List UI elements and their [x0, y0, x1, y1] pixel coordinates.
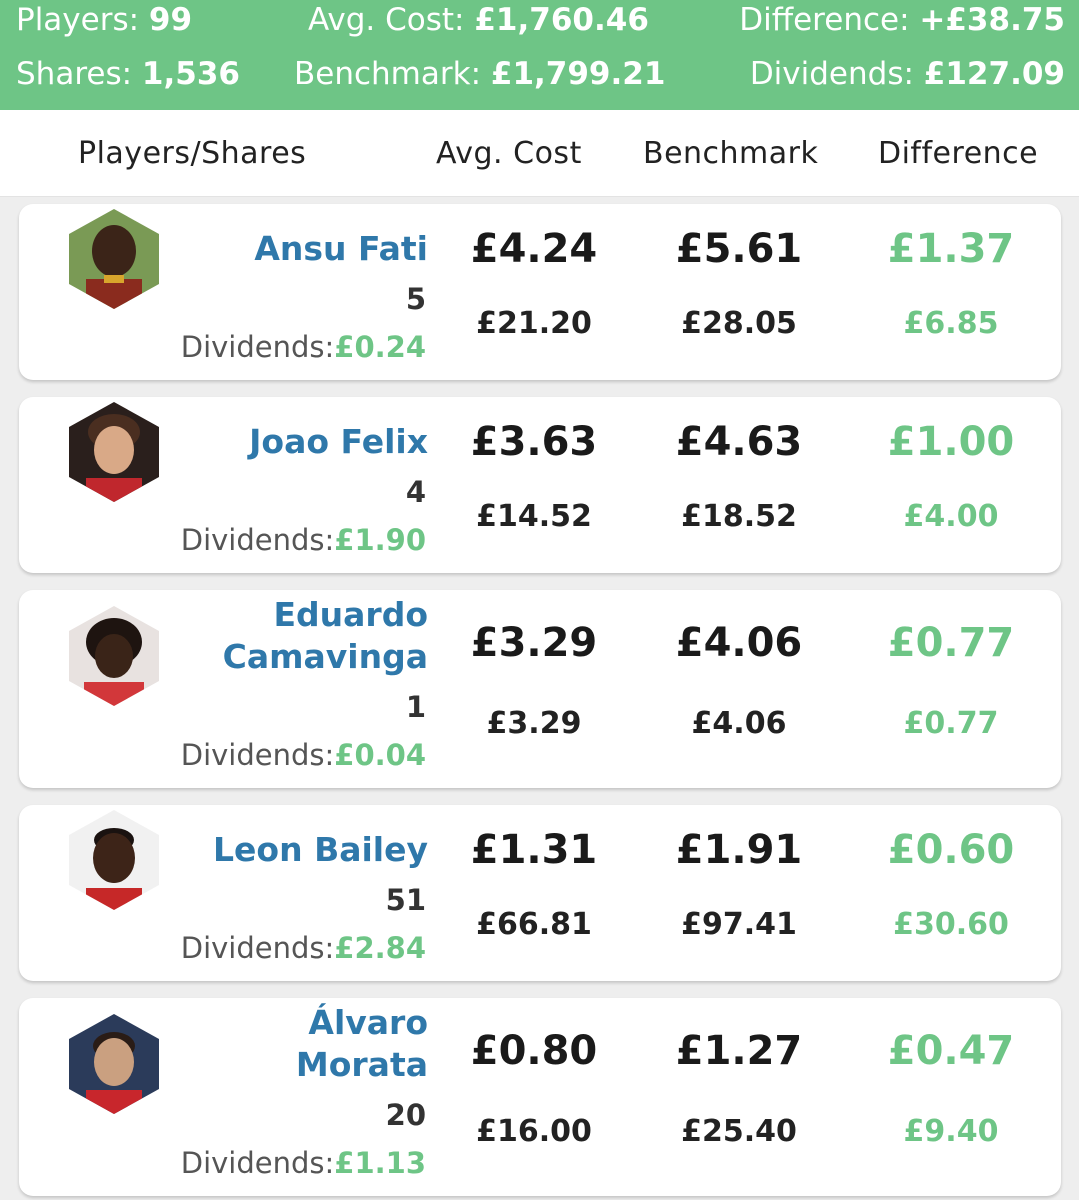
difference-total: £6.85 [903, 306, 999, 341]
summary-players-value: 99 [148, 2, 193, 38]
difference-per-share: £0.77 [887, 620, 1015, 666]
difference-per-share: £0.47 [887, 1028, 1015, 1074]
player-shares: 51 [385, 883, 426, 917]
player-card[interactable]: Álvaro Morata 20 Dividends:£1.13 £0.80 £… [19, 998, 1061, 1196]
avg-cost-per-share: £4.24 [470, 226, 598, 272]
summary-shares-label: Shares: [16, 56, 133, 92]
column-header-difference[interactable]: Difference [878, 136, 1038, 171]
benchmark-total: £97.41 [681, 907, 797, 942]
player-shares: 4 [405, 475, 426, 509]
avg-cost-total: £66.81 [476, 907, 592, 942]
player-name[interactable]: Eduardo Camavinga [168, 594, 428, 678]
summary-difference: Difference: +£38.75 [739, 0, 1065, 40]
dividends-label: Dividends: [180, 330, 335, 364]
summary-difference-label: Difference: [739, 2, 910, 38]
dividends-value: £2.84 [334, 931, 426, 965]
player-photo-icon [69, 810, 159, 910]
difference-total: £30.60 [893, 907, 1009, 942]
benchmark-per-share: £1.27 [675, 1028, 803, 1074]
player-shares: 5 [405, 282, 426, 316]
portfolio-summary-bar: Players: 99 Avg. Cost: £1,760.46 Differe… [0, 0, 1079, 110]
summary-dividends: Dividends: £127.09 [750, 54, 1065, 94]
avg-cost-total: £14.52 [476, 499, 592, 534]
summary-shares-value: 1,536 [141, 56, 240, 92]
dividends-value: £1.90 [334, 523, 426, 557]
summary-benchmark-value: £1,799.21 [490, 56, 666, 92]
difference-total: £4.00 [903, 499, 999, 534]
column-header-benchmark[interactable]: Benchmark [643, 136, 818, 171]
difference-total: £9.40 [903, 1114, 999, 1149]
player-shares: 20 [385, 1098, 426, 1132]
player-dividends: Dividends:£0.04 [181, 738, 426, 772]
player-card[interactable]: Eduardo Camavinga 1 Dividends:£0.04 £3.2… [19, 590, 1061, 788]
player-name[interactable]: Joao Felix [168, 421, 428, 463]
avg-cost-per-share: £3.29 [470, 620, 598, 666]
summary-dividends-value: £127.09 [923, 56, 1065, 92]
benchmark-per-share: £4.63 [675, 419, 803, 465]
player-dividends: Dividends:£1.90 [181, 523, 426, 557]
benchmark-total: £18.52 [681, 499, 797, 534]
dividends-label: Dividends: [180, 931, 335, 965]
avg-cost-total: £16.00 [476, 1114, 592, 1149]
benchmark-per-share: £1.91 [675, 827, 803, 873]
player-shares: 1 [405, 690, 426, 724]
summary-players: Players: 99 [16, 0, 192, 40]
column-header-players-shares[interactable]: Players/Shares [78, 136, 306, 171]
benchmark-total: £4.06 [691, 706, 787, 741]
player-card[interactable]: Joao Felix 4 Dividends:£1.90 £3.63 £14.5… [19, 397, 1061, 573]
summary-avg-cost-label: Avg. Cost: [308, 2, 465, 38]
difference-per-share: £1.00 [887, 419, 1015, 465]
player-card[interactable]: Leon Bailey 51 Dividends:£2.84 £1.31 £66… [19, 805, 1061, 981]
avg-cost-per-share: £1.31 [470, 827, 598, 873]
player-card[interactable]: Ansu Fati 5 Dividends:£0.24 £4.24 £21.20… [19, 204, 1061, 380]
dividends-label: Dividends: [180, 523, 335, 557]
avg-cost-per-share: £0.80 [470, 1028, 598, 1074]
player-photo-icon [69, 606, 159, 706]
summary-players-label: Players: [16, 2, 140, 38]
dividends-value: £1.13 [334, 1146, 426, 1180]
column-header-row: Players/Shares Avg. Cost Benchmark Diffe… [0, 110, 1079, 197]
summary-difference-value: +£38.75 [919, 2, 1065, 38]
player-photo-icon [69, 209, 159, 309]
dividends-value: £0.24 [334, 330, 426, 364]
avg-cost-total: £3.29 [486, 706, 582, 741]
difference-per-share: £1.37 [887, 226, 1015, 272]
benchmark-per-share: £5.61 [675, 226, 803, 272]
benchmark-total: £25.40 [681, 1114, 797, 1149]
avg-cost-total: £21.20 [476, 306, 592, 341]
player-dividends: Dividends:£0.24 [181, 330, 426, 364]
player-photo-icon [69, 402, 159, 502]
avg-cost-per-share: £3.63 [470, 419, 598, 465]
column-header-avg-cost[interactable]: Avg. Cost [436, 136, 582, 171]
dividends-label: Dividends: [180, 1146, 335, 1180]
benchmark-per-share: £4.06 [675, 620, 803, 666]
player-name[interactable]: Leon Bailey [168, 829, 428, 871]
summary-avg-cost: Avg. Cost: £1,760.46 [308, 0, 649, 40]
summary-benchmark-label: Benchmark: [294, 56, 482, 92]
difference-per-share: £0.60 [887, 827, 1015, 873]
dividends-label: Dividends: [180, 738, 335, 772]
player-dividends: Dividends:£1.13 [181, 1146, 426, 1180]
summary-shares: Shares: 1,536 [16, 54, 240, 94]
summary-avg-cost-value: £1,760.46 [474, 2, 649, 38]
player-photo-icon [69, 1014, 159, 1114]
benchmark-total: £28.05 [681, 306, 797, 341]
player-name[interactable]: Ansu Fati [168, 228, 428, 270]
summary-benchmark: Benchmark: £1,799.21 [294, 54, 665, 94]
player-name[interactable]: Álvaro Morata [168, 1002, 428, 1086]
player-dividends: Dividends:£2.84 [181, 931, 426, 965]
dividends-value: £0.04 [334, 738, 426, 772]
difference-total: £0.77 [903, 706, 999, 741]
summary-dividends-label: Dividends: [749, 56, 914, 92]
